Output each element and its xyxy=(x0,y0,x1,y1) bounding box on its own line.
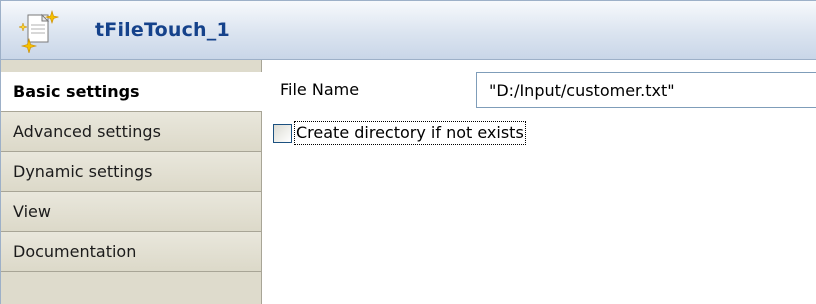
create-directory-option[interactable]: Create directory if not exists xyxy=(273,119,526,147)
tab-documentation[interactable]: Documentation xyxy=(1,232,261,272)
settings-panel: File Name Create directory if not exists xyxy=(262,60,816,304)
component-settings-window: tFileTouch_1 Basic settings Advanced set… xyxy=(0,0,816,304)
sidebar-spacer xyxy=(1,60,261,72)
create-directory-checkbox[interactable] xyxy=(273,123,292,143)
touch-file-icon xyxy=(19,9,59,53)
file-name-input[interactable] xyxy=(476,72,816,108)
tab-view[interactable]: View xyxy=(1,192,261,232)
component-title: tFileTouch_1 xyxy=(95,19,230,41)
tab-dynamic-settings[interactable]: Dynamic settings xyxy=(1,152,261,192)
component-header: tFileTouch_1 xyxy=(1,0,816,60)
settings-sidebar: Basic settings Advanced settings Dynamic… xyxy=(1,60,262,304)
file-name-label: File Name xyxy=(280,80,360,99)
tab-advanced-settings[interactable]: Advanced settings xyxy=(1,112,261,152)
create-directory-label[interactable]: Create directory if not exists xyxy=(294,121,526,145)
tab-basic-settings[interactable]: Basic settings xyxy=(1,72,262,112)
